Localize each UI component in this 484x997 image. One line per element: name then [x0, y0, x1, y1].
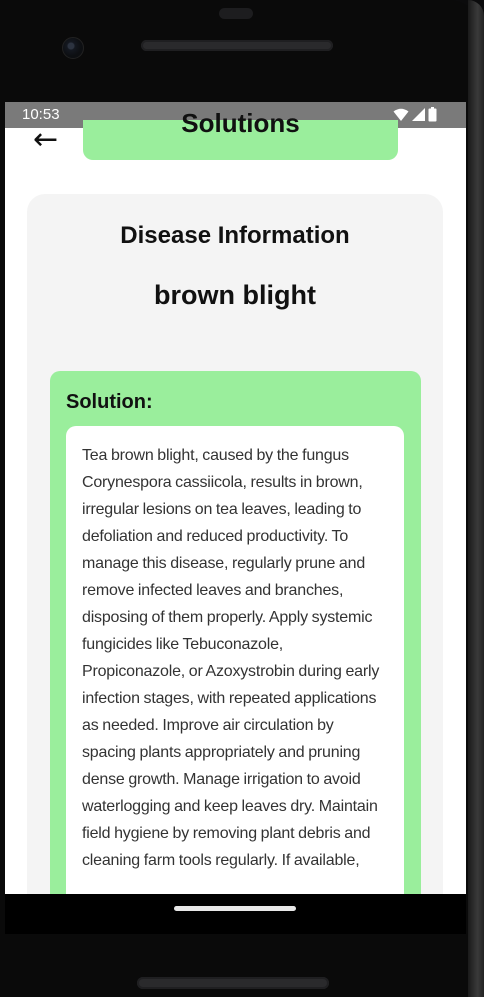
- navigation-bar: [5, 894, 466, 934]
- disease-name: brown blight: [154, 280, 316, 310]
- status-time: 10:53: [22, 106, 60, 123]
- app-content: Solutions ← Disease Information brown bl…: [5, 108, 466, 894]
- back-button[interactable]: ←: [33, 125, 65, 156]
- top-speaker-grille: [141, 40, 333, 51]
- earpiece: [219, 8, 253, 19]
- solution-label: Solution:: [66, 391, 153, 413]
- status-icons: [393, 107, 437, 122]
- solution-text: Tea brown blight, caused by the fungus C…: [82, 447, 380, 869]
- front-camera: [62, 37, 84, 59]
- phone-frame: 10:53 Solutions ← Disease Information br…: [0, 0, 484, 997]
- page-title: Solutions: [181, 108, 300, 138]
- screen: 10:53 Solutions ← Disease Information br…: [5, 102, 466, 894]
- battery-icon: [428, 107, 437, 122]
- back-arrow-icon: ←: [33, 122, 59, 157]
- disease-info-card: Disease Information brown blight Solutio…: [27, 194, 443, 894]
- solution-text-container[interactable]: Tea brown blight, caused by the fungus C…: [66, 426, 404, 894]
- card-heading: Disease Information: [120, 222, 350, 249]
- home-indicator[interactable]: [174, 906, 296, 911]
- page-title-banner: Solutions: [83, 108, 398, 160]
- signal-icon: [412, 108, 425, 121]
- solution-section: Solution: Tea brown blight, caused by th…: [50, 371, 421, 894]
- bottom-speaker-grille: [137, 977, 329, 989]
